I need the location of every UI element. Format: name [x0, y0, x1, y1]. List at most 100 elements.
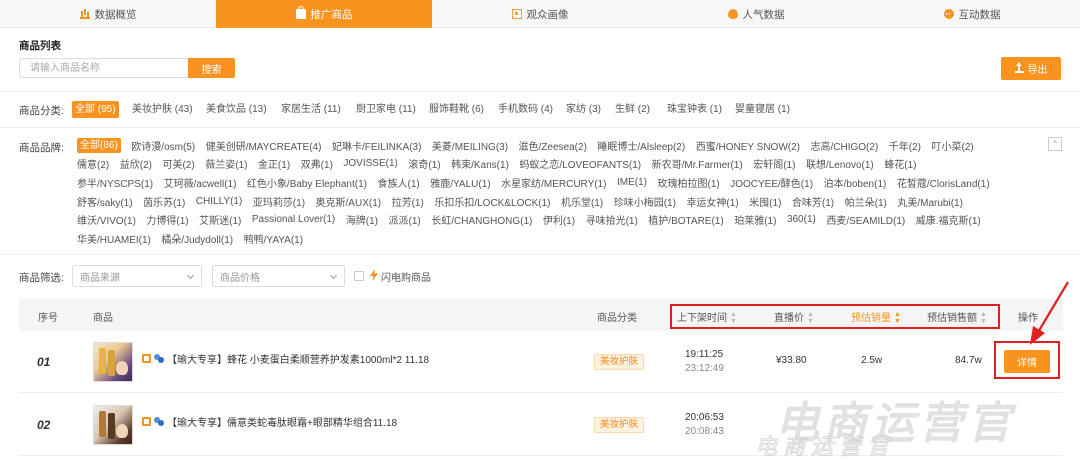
brand-chip[interactable]: 维沃/VIVO(1) — [77, 212, 136, 227]
tab-popularity-data[interactable]: 人气数据 — [648, 0, 864, 28]
search-input[interactable] — [19, 58, 188, 78]
brand-chip[interactable]: 妃琳卡/FEILINKA(3) — [332, 138, 421, 153]
flash-buy-checkbox[interactable] — [354, 271, 364, 281]
brand-chip[interactable]: 威康.福克斯(1) — [916, 212, 981, 227]
brand-chip[interactable]: 海牌(1) — [346, 212, 378, 227]
brand-chip[interactable]: 滋色/Zeesea(2) — [519, 138, 587, 153]
brand-chip[interactable]: 美菱/MEILING(3) — [432, 138, 508, 153]
brand-chip[interactable]: 帕兰朵(1) — [845, 194, 887, 209]
brand-chip[interactable]: 华美/HUAMEI(1) — [77, 231, 151, 246]
tab-audience-profile[interactable]: 观众画像 — [432, 0, 648, 28]
brand-chip[interactable]: 茵乐苏(1) — [143, 194, 185, 209]
brand-chip[interactable]: JOVISSE(1) — [343, 158, 397, 169]
brand-chip[interactable]: 寻味拾光(1) — [586, 212, 638, 227]
brand-chip[interactable]: 艾珂薇/acwell(1) — [164, 175, 237, 190]
brand-chip[interactable]: 宏轩阁(1) — [753, 156, 795, 171]
brand-chip[interactable]: 艾斯迷(1) — [199, 212, 241, 227]
brand-chip[interactable]: 志高/CHIGO(2) — [811, 138, 879, 153]
flash-buy-label: 闪电购商品 — [381, 273, 431, 284]
brand-chip[interactable]: 睡眠博士/Alsleep(2) — [597, 138, 685, 153]
brand-chip[interactable]: 西蜜/HONEY SNOW(2) — [696, 138, 800, 153]
brand-chip[interactable]: 儒意(2) — [77, 156, 109, 171]
brand-chip[interactable]: 叮小菜(2) — [932, 138, 974, 153]
brand-chip[interactable]: 伊利(1) — [543, 212, 575, 227]
source-select[interactable]: 商品来源 — [72, 265, 202, 287]
product-thumbnail[interactable] — [93, 405, 133, 445]
brand-chip[interactable]: 珍味小梅园(1) — [614, 194, 676, 209]
people-badge-icon — [154, 417, 164, 426]
category-chip-all[interactable]: 全部 (95) — [72, 101, 119, 118]
tab-data-overview[interactable]: 数据概览 — [0, 0, 216, 28]
brand-chip[interactable]: 花皙蔻/ClorisLand(1) — [897, 175, 990, 190]
brand-chip[interactable]: 幸运女神(1) — [686, 194, 738, 209]
search-button[interactable]: 搜索 — [188, 58, 235, 78]
brand-chip[interactable]: 蜂花(1) — [884, 156, 916, 171]
category-chip[interactable]: 厨卫家电 (11) — [356, 101, 416, 118]
brand-chip[interactable]: 红色小象/Baby Elephant(1) — [247, 175, 367, 190]
brand-chip[interactable]: 米囤(1) — [749, 194, 781, 209]
brand-chip[interactable]: CHILLY(1) — [196, 196, 243, 207]
category-chip[interactable]: 美食饮品 (13) — [206, 101, 267, 118]
tab-promoted-products[interactable]: 推广商品 — [216, 0, 432, 28]
brand-chip[interactable]: IME(1) — [617, 177, 647, 188]
brand-chip[interactable]: 西麦/SEAMILD(1) — [826, 212, 905, 227]
brand-chip[interactable]: 植护/BOTARE(1) — [648, 212, 723, 227]
brand-chip[interactable]: 可美(2) — [162, 156, 194, 171]
brand-chip[interactable]: 双弗(1) — [301, 156, 333, 171]
brand-line: 参半/NYSCPS(1) 艾珂薇/acwell(1) 红色小象/Baby Ele… — [77, 174, 1000, 191]
brand-chip[interactable]: 联想/Lenovo(1) — [806, 156, 874, 171]
brand-chip[interactable]: 亚玛莉莎(1) — [253, 194, 305, 209]
brand-chip[interactable]: 金正(1) — [258, 156, 290, 171]
brand-chip[interactable]: 蚂蚁之恋/LOVEOFANTS(1) — [519, 156, 641, 171]
brand-chip[interactable]: 丸美/Marubi(1) — [897, 194, 963, 209]
brand-chip[interactable]: 奥克斯/AUX(1) — [316, 194, 382, 209]
brand-chip[interactable]: 千年(2) — [889, 138, 921, 153]
brand-chip[interactable]: 珀莱雅(1) — [734, 212, 776, 227]
brand-chip[interactable]: 合味芳(1) — [792, 194, 834, 209]
category-chip[interactable]: 家纺 (3) — [566, 101, 601, 118]
est-sales: 2.5w — [861, 355, 883, 366]
brand-chip[interactable]: 新农哥/Mr.Farmer(1) — [652, 156, 743, 171]
brand-chip[interactable]: 玫瑰柏拉图(1) — [658, 175, 720, 190]
price-select[interactable]: 商品价格 — [212, 265, 345, 287]
category-chip[interactable]: 婴童寝居 (1) — [735, 101, 790, 118]
brand-chip[interactable]: 益欣(2) — [120, 156, 152, 171]
brand-chip[interactable]: 鸭鸭/YAYA(1) — [244, 231, 303, 246]
category-chip[interactable]: 家居生活 (11) — [281, 101, 341, 118]
table-row: 02 【瑜大专享】儒意类蛇毒肽眼霜+眼部精华组合11.18 美妆护肤 20:06… — [19, 394, 1063, 456]
brand-chip[interactable]: 长虹/CHANGHONG(1) — [431, 212, 532, 227]
product-name[interactable]: 【瑜大专享】蜂花 小麦蛋白柔顺营养护发素1000ml*2 11.18 — [142, 351, 429, 366]
brand-chip[interactable]: 参半/NYSCPS(1) — [77, 175, 153, 190]
brand-chip[interactable]: 派派(1) — [388, 212, 420, 227]
brand-chip[interactable]: 欧诗漫/osm(5) — [131, 138, 195, 153]
brand-chip[interactable]: 健美创研/MAYCREATE(4) — [206, 138, 322, 153]
brand-chip[interactable]: 力博得(1) — [146, 212, 188, 227]
tab-interaction-data[interactable]: 互动数据 — [864, 0, 1080, 28]
source-select-placeholder: 商品来源 — [80, 272, 120, 284]
brand-chip[interactable]: Passional Lover(1) — [252, 214, 335, 225]
brand-chip-all[interactable]: 全部(86) — [77, 138, 121, 153]
category-chip[interactable]: 服饰鞋靴 (6) — [429, 101, 484, 118]
product-name[interactable]: 【瑜大专享】儒意类蛇毒肽眼霜+眼部精华组合11.18 — [142, 414, 397, 429]
brand-chip[interactable]: 食族人(1) — [377, 175, 419, 190]
brand-chip[interactable]: 舒客/saky(1) — [77, 194, 133, 209]
category-chip[interactable]: 美妆护肤 (43) — [132, 101, 193, 118]
category-chip[interactable]: 生鲜 (2) — [615, 101, 650, 118]
brand-chip[interactable]: 韩束/Kans(1) — [451, 156, 509, 171]
brand-chip[interactable]: 拉芳(1) — [392, 194, 424, 209]
brand-chip[interactable]: 机乐堂(1) — [561, 194, 603, 209]
category-chip[interactable]: 珠宝钟表 (1) — [667, 101, 722, 118]
brand-chip[interactable]: 乐扣乐扣/LOCK&LOCK(1) — [434, 194, 550, 209]
brand-chip[interactable]: 橘朵/Judydoll(1) — [161, 231, 233, 246]
brand-chip[interactable]: 雅鹿/YALU(1) — [430, 175, 490, 190]
brand-chip[interactable]: 泊本/boben(1) — [824, 175, 887, 190]
export-button[interactable]: 导出 — [1001, 57, 1061, 80]
brand-chip[interactable]: JOOCYEE/酵色(1) — [730, 175, 813, 190]
product-thumbnail[interactable] — [93, 342, 133, 382]
brand-chip[interactable]: 薇兰姿(1) — [205, 156, 247, 171]
brand-chip[interactable]: 滚奇(1) — [408, 156, 440, 171]
collapse-brands-button[interactable]: ⌃ — [1048, 137, 1062, 151]
brand-chip[interactable]: 360(1) — [787, 214, 816, 225]
brand-chip[interactable]: 水星家纺/MERCURY(1) — [501, 175, 606, 190]
category-chip[interactable]: 手机数码 (4) — [498, 101, 553, 118]
